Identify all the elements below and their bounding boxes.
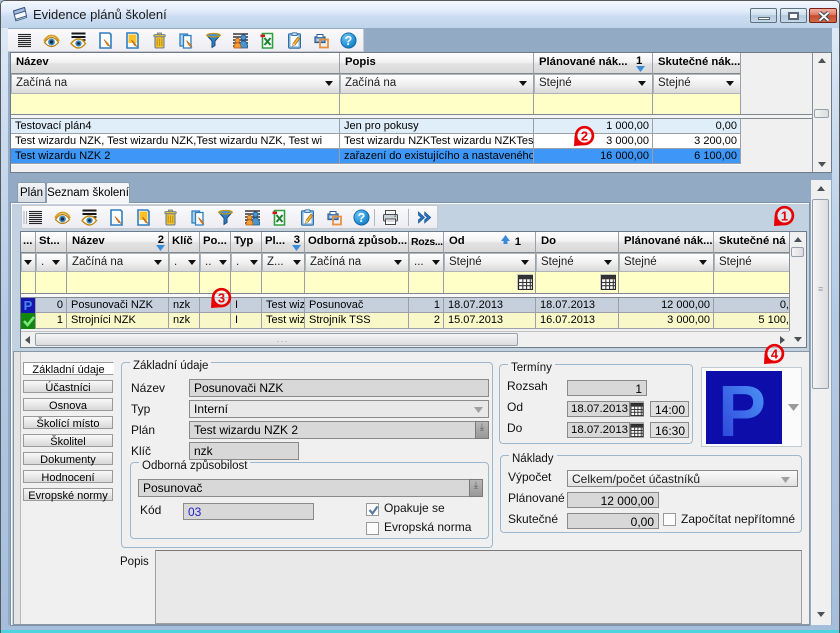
- svg-text:1: 1: [781, 208, 788, 223]
- svg-text:3: 3: [218, 290, 225, 305]
- svg-text:4: 4: [771, 346, 779, 361]
- svg-text:P: P: [24, 298, 33, 313]
- svg-text:2: 2: [581, 128, 588, 143]
- svg-text:P: P: [718, 372, 766, 444]
